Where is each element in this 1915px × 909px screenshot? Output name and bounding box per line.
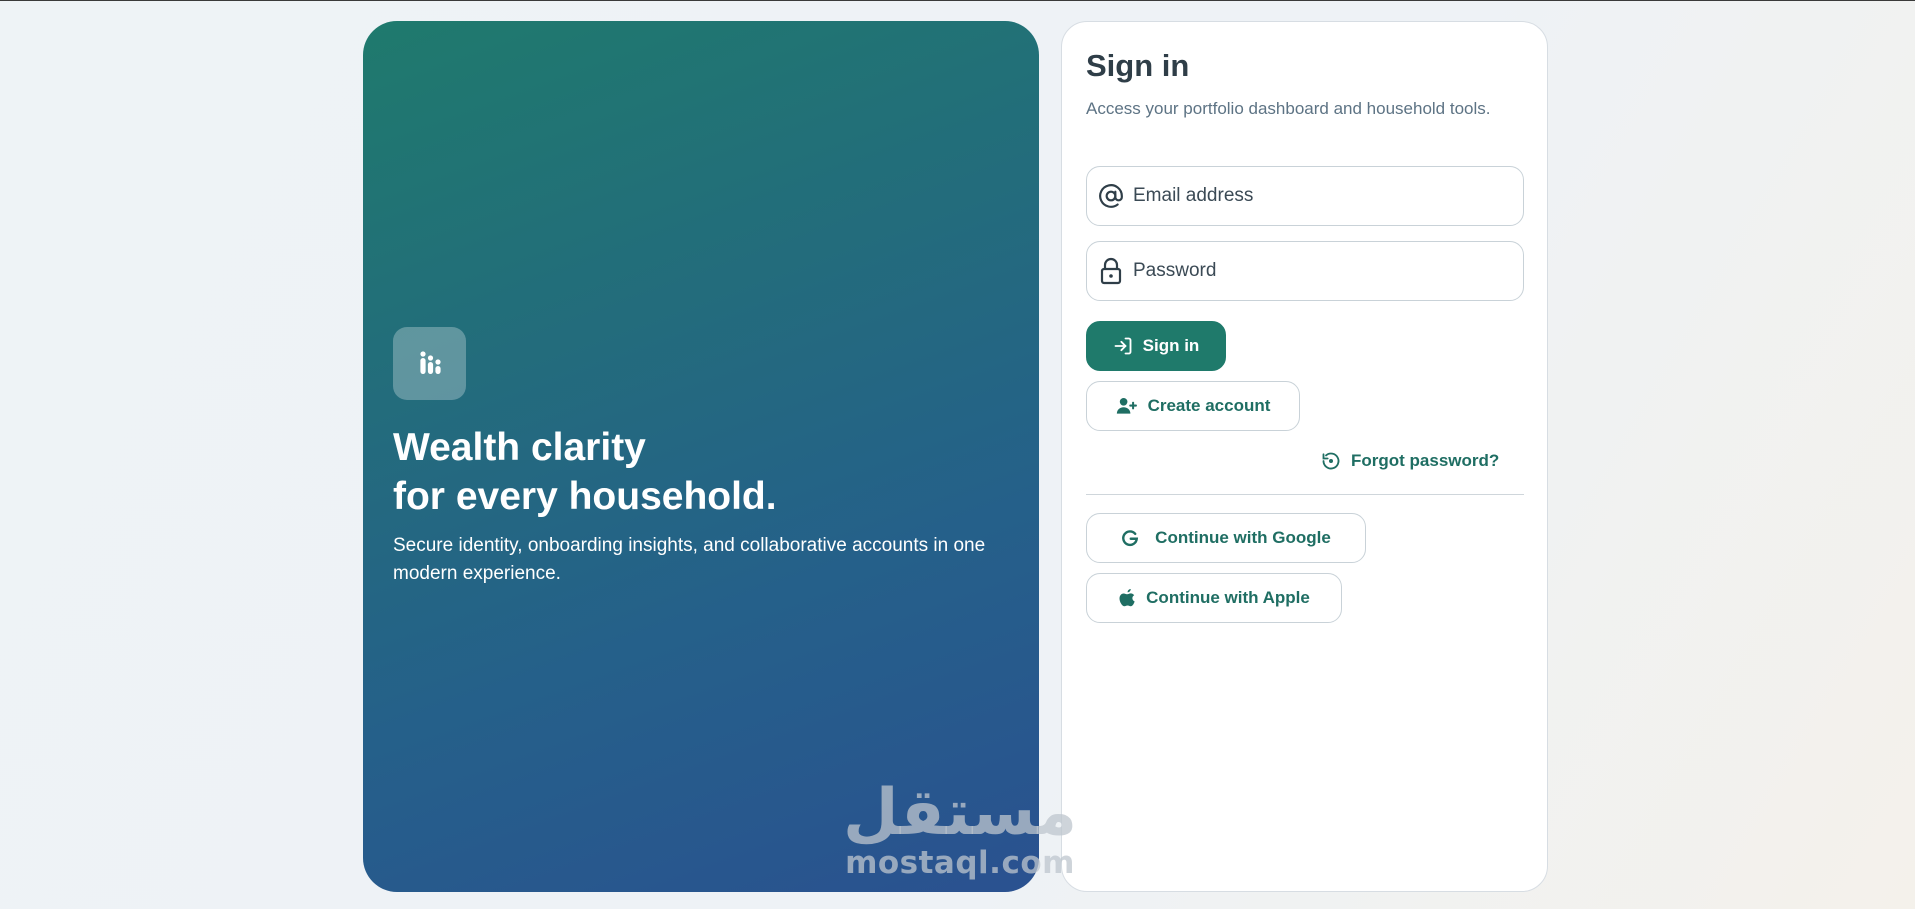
apple-signin-label: Continue with Apple: [1146, 588, 1310, 607]
create-account-button[interactable]: Create account: [1086, 381, 1300, 431]
hero-title: Wealth clarity for every household.: [393, 423, 1013, 521]
create-account-label: Create account: [1147, 396, 1271, 415]
divider: [1086, 494, 1524, 495]
signin-title: Sign in: [1086, 48, 1190, 83]
google-signin-label: Continue with Google: [1155, 528, 1331, 547]
at-sign-icon: [1087, 183, 1133, 209]
top-border: [0, 0, 1915, 1]
brand-logo: [393, 327, 466, 400]
hero-title-line-1: Wealth clarity: [393, 426, 646, 469]
reset-icon: [1321, 451, 1341, 471]
bar-chart-icon: [419, 350, 441, 374]
signin-subtitle: Access your portfolio dashboard and hous…: [1086, 99, 1491, 118]
email-input[interactable]: [1133, 176, 1513, 216]
hero-subtitle: Secure identity, onboarding insights, an…: [393, 535, 986, 584]
apple-icon: [1118, 588, 1136, 608]
signin-button-label: Sign in: [1142, 336, 1200, 355]
email-field[interactable]: [1086, 166, 1524, 226]
hero-title-line-2: for every household.: [393, 475, 777, 518]
login-icon: [1113, 336, 1133, 356]
lock-icon: [1087, 257, 1133, 285]
signin-card: Sign in Access your portfolio dashboard …: [1061, 21, 1548, 892]
add-user-icon: [1116, 396, 1138, 416]
password-field[interactable]: [1086, 241, 1524, 301]
forgot-password-link[interactable]: Forgot password?: [1321, 446, 1499, 476]
apple-signin-button[interactable]: Continue with Apple: [1086, 573, 1342, 623]
google-icon: [1121, 529, 1139, 547]
forgot-password-label: Forgot password?: [1351, 451, 1500, 470]
google-signin-button[interactable]: Continue with Google: [1086, 513, 1366, 563]
password-input[interactable]: [1133, 251, 1513, 291]
signin-button[interactable]: Sign in: [1086, 321, 1226, 371]
hero-panel: Wealth clarity for every household. Secu…: [363, 21, 1039, 892]
